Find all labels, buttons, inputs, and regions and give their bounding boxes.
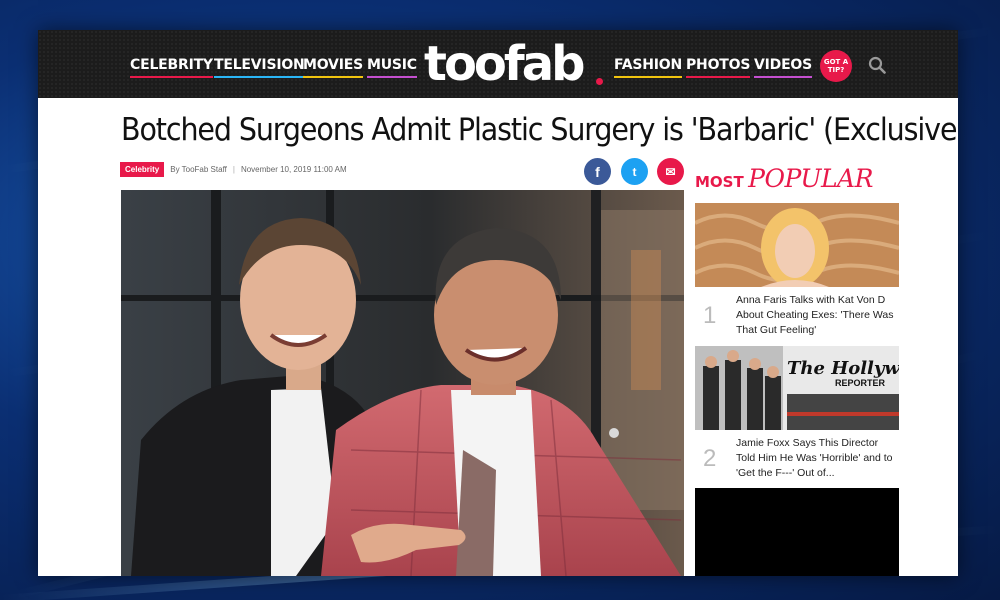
- search-icon[interactable]: [868, 56, 886, 74]
- magazine-subtitle: REPORTER: [835, 378, 886, 388]
- tip-line-1: GOT A: [823, 58, 849, 66]
- nav-underline: [303, 76, 363, 78]
- popular-item-1-title: Anna Faris Talks with Kat Von D About Ch…: [736, 294, 894, 336]
- nav-underline: [214, 76, 305, 78]
- email-share-button[interactable]: ✉: [657, 158, 684, 185]
- nav-underline: [367, 76, 417, 78]
- nav-fashion-label: FASHION: [614, 57, 683, 73]
- nav-underline: [686, 76, 751, 78]
- nav-movies-label: MOVIES: [303, 57, 363, 73]
- twitter-icon: t: [632, 164, 637, 179]
- hero-photo-illustration: [121, 190, 684, 576]
- nav-fashion[interactable]: FASHION: [614, 57, 682, 78]
- nav-videos-label: VIDEOS: [754, 57, 813, 73]
- most-popular-bold: MOST: [695, 173, 744, 191]
- most-popular-heading: MOST POPULAR: [695, 164, 873, 193]
- nav-photos-label: PHOTOS: [686, 57, 751, 73]
- article-headline: Botched Surgeons Admit Plastic Surgery i…: [121, 112, 958, 148]
- top-nav: CELEBRITY TELEVISION MOVIES MUSIC toofab…: [38, 30, 958, 98]
- popular-item-1-image[interactable]: [695, 203, 899, 287]
- nav-underline: [130, 76, 213, 78]
- meta-divider: |: [232, 165, 235, 174]
- nav-photos[interactable]: PHOTOS: [686, 57, 750, 78]
- article-meta: Celebrity By TooFab Staff | November 10,…: [120, 162, 347, 177]
- popular-2-photo-illustration: The Hollywood REPORTER: [695, 346, 899, 430]
- popular-item-2[interactable]: 2 Jamie Foxx Says This Director Told Him…: [695, 432, 899, 484]
- popular-item-1-rank: 1: [703, 302, 717, 329]
- browser-page: CELEBRITY TELEVISION MOVIES MUSIC toofab…: [38, 30, 958, 576]
- popular-item-1[interactable]: 1 Anna Faris Talks with Kat Von D About …: [695, 289, 899, 341]
- email-icon: ✉: [665, 164, 676, 179]
- popular-item-2-title: Jamie Foxx Says This Director Told Him H…: [736, 437, 893, 479]
- popular-item-2-image[interactable]: The Hollywood REPORTER: [695, 346, 899, 430]
- facebook-share-button[interactable]: f: [584, 158, 611, 185]
- popular-item-2-rank: 2: [703, 445, 717, 472]
- nav-underline: [614, 76, 683, 78]
- nav-music[interactable]: MUSIC: [367, 57, 417, 78]
- nav-music-label: MUSIC: [367, 57, 417, 73]
- most-popular-italic: POPULAR: [748, 164, 873, 193]
- toofab-logo[interactable]: toofab: [424, 34, 586, 94]
- nav-television-label: TELEVISION: [214, 57, 305, 73]
- nav-celebrity[interactable]: CELEBRITY: [130, 57, 213, 78]
- got-a-tip-button[interactable]: GOT A TIP?: [820, 50, 852, 82]
- nav-movies[interactable]: MOVIES: [303, 57, 363, 78]
- nav-videos[interactable]: VIDEOS: [754, 57, 812, 78]
- article-hero-photo[interactable]: [121, 190, 684, 576]
- magazine-masthead: The Hollywood: [787, 358, 899, 379]
- category-badge[interactable]: Celebrity: [120, 162, 165, 177]
- publish-date: November 10, 2019 11:00 AM: [240, 165, 347, 174]
- twitter-share-button[interactable]: t: [621, 158, 648, 185]
- nav-celebrity-label: CELEBRITY: [130, 57, 213, 73]
- popular-item-3-image[interactable]: [695, 488, 899, 576]
- logo-dot: [596, 78, 603, 85]
- tip-line-2: TIP?: [827, 66, 845, 74]
- byline: By TooFab Staff: [170, 165, 227, 174]
- popular-1-photo-illustration: [695, 203, 899, 287]
- facebook-icon: f: [595, 163, 600, 180]
- nav-underline: [754, 76, 813, 78]
- nav-television[interactable]: TELEVISION: [214, 57, 305, 78]
